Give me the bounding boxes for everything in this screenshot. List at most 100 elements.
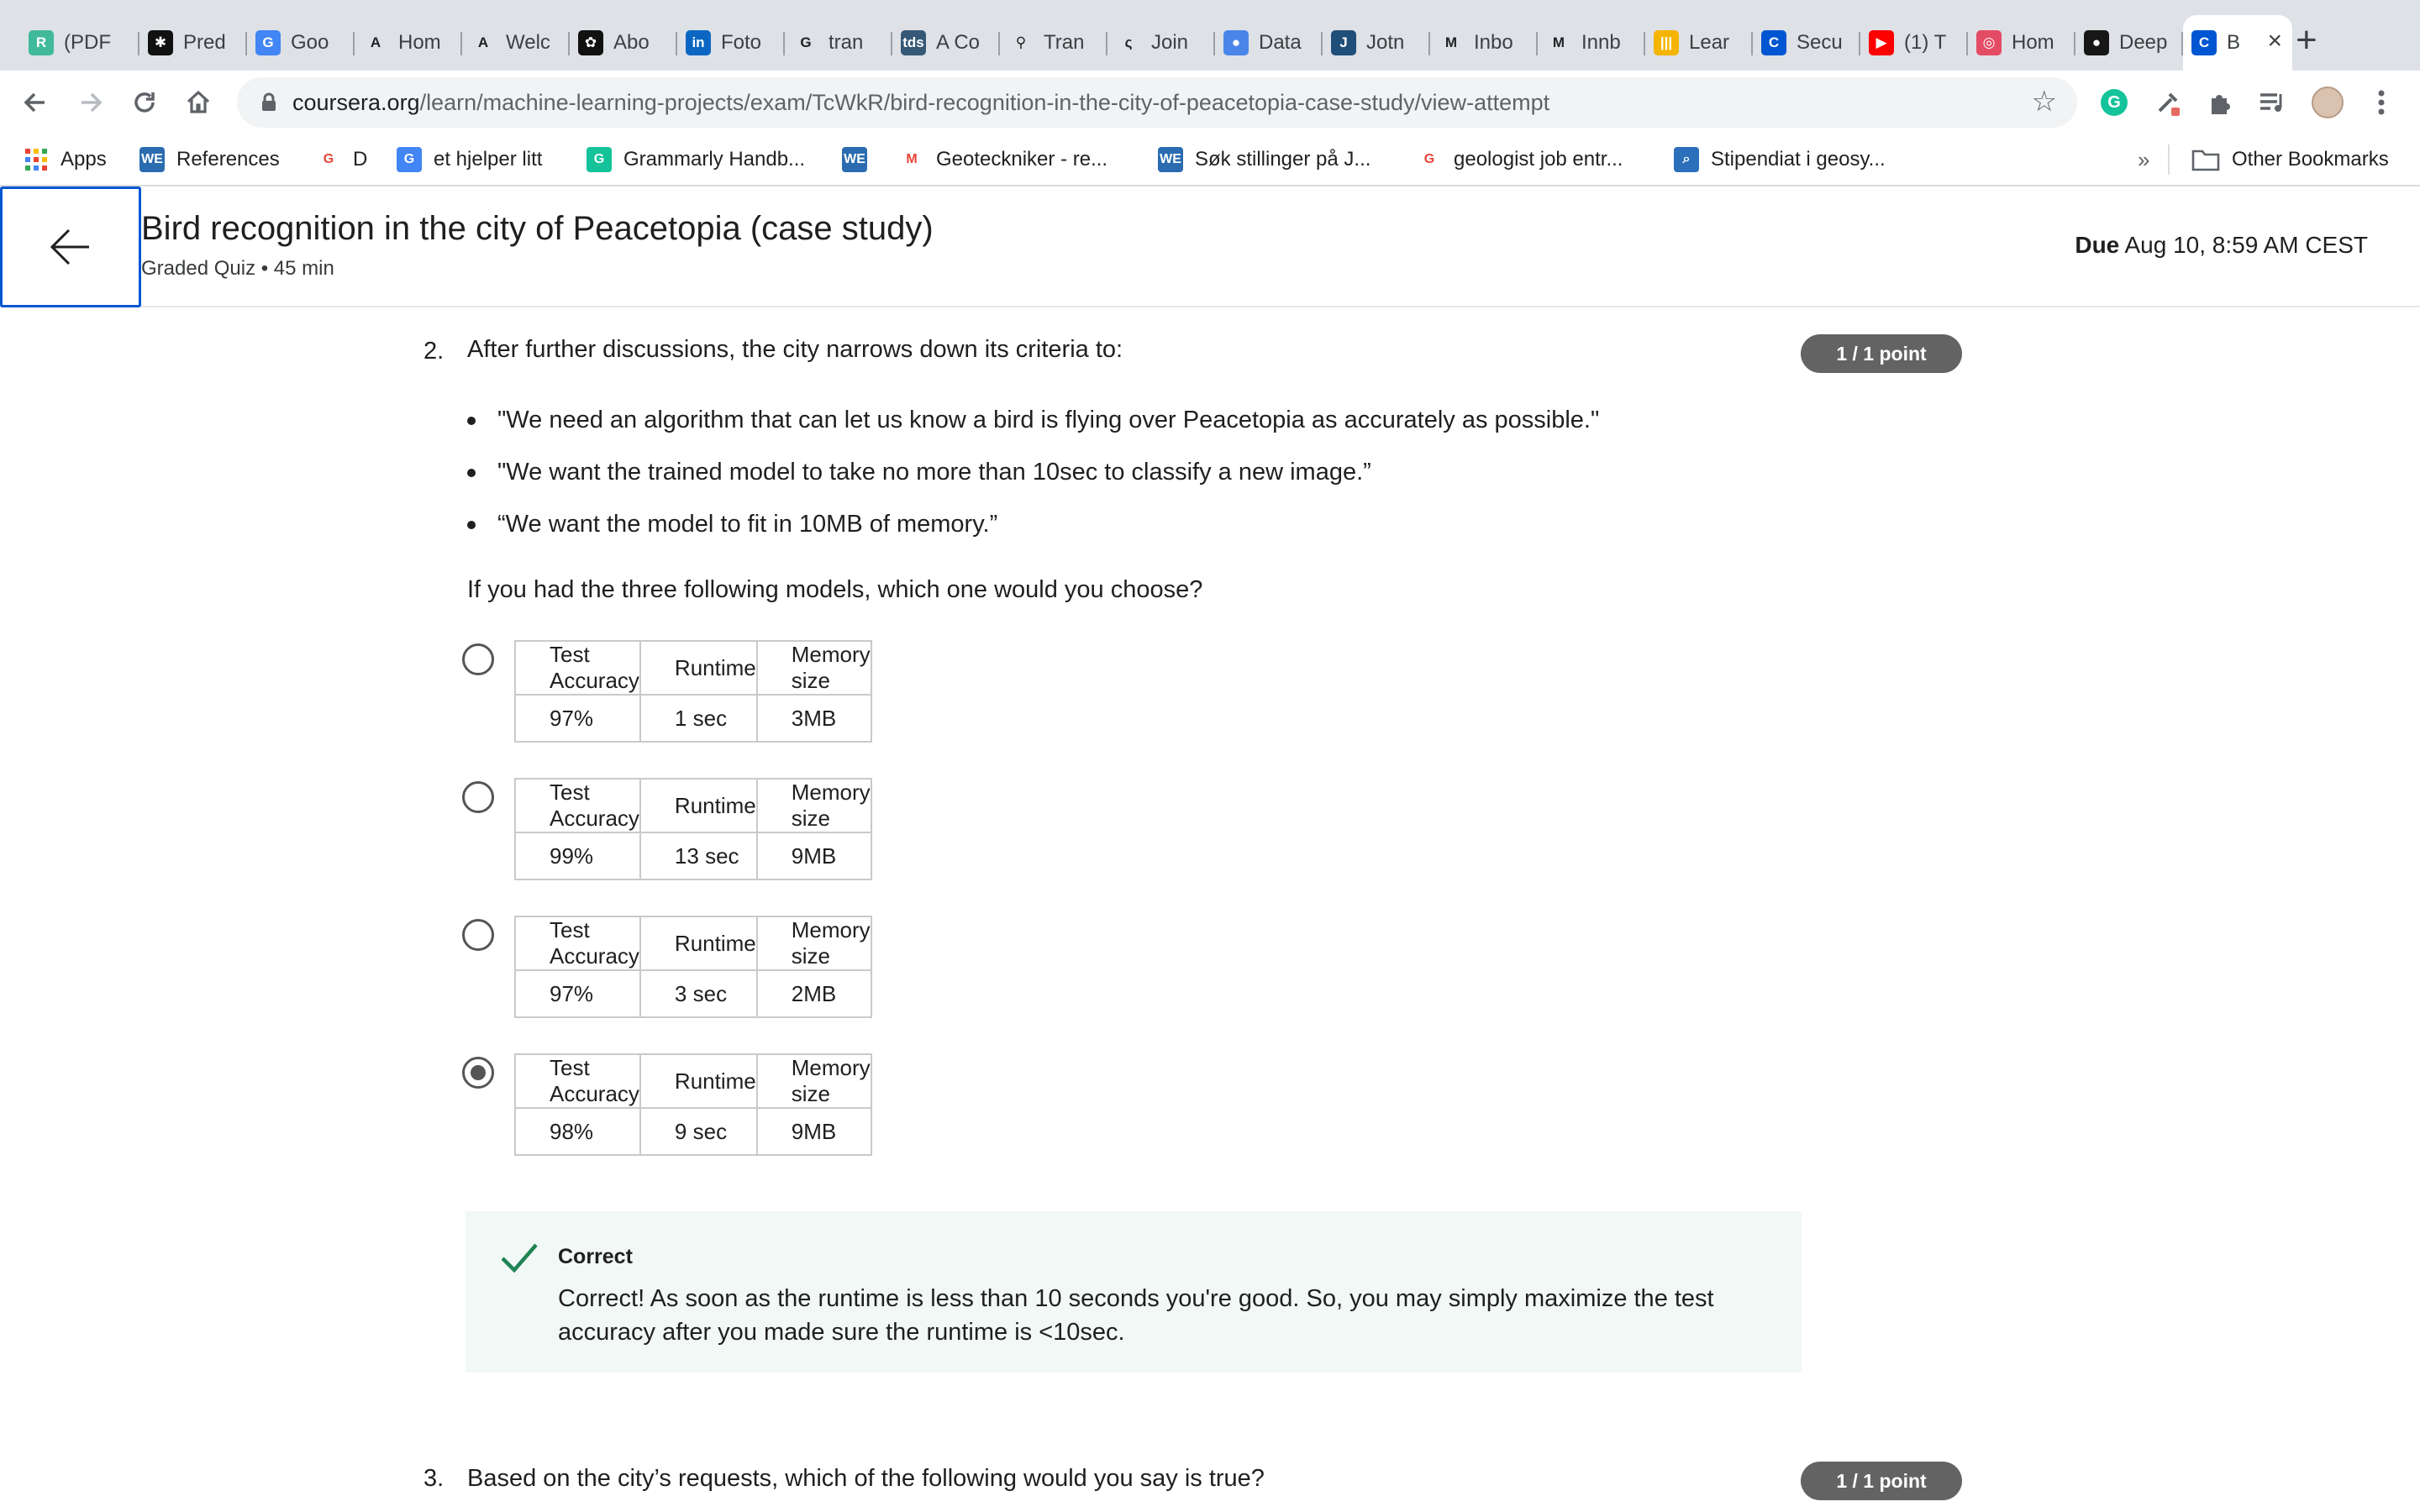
- grammarly-extension-icon[interactable]: G: [2094, 82, 2134, 123]
- checkmark-icon: [501, 1243, 538, 1273]
- browser-tab[interactable]: M Inbo: [1430, 15, 1538, 71]
- forward-icon[interactable]: [71, 82, 111, 123]
- browser-tab[interactable]: M Innb: [1538, 15, 1645, 71]
- grammarly-icon: G: [587, 147, 612, 172]
- back-icon[interactable]: [15, 82, 55, 123]
- browser-tab[interactable]: ▶ (1) T: [1860, 15, 1968, 71]
- tab-title: Hom: [2012, 31, 2054, 54]
- browser-tab[interactable]: ● Deep: [2075, 15, 2183, 71]
- we-icon: WE: [1158, 147, 1183, 172]
- other-bookmarks-folder[interactable]: Other Bookmarks: [2191, 144, 2389, 175]
- google-translate-icon: G: [397, 147, 422, 172]
- browser-tab[interactable]: tds A Co: [892, 15, 1000, 71]
- tab-title: Lear: [1689, 31, 1730, 54]
- table-header-row: Test Accuracy Runtime Memory size: [514, 1053, 872, 1109]
- table-cell-runtime: 13 sec: [639, 832, 758, 880]
- bookmarks-bar: Apps WE References G D Get hjelper litt G Gramm…: [0, 134, 2420, 186]
- list-item: "We want the trained model to take no mo…: [467, 452, 1599, 504]
- browser-tab[interactable]: J Jotn: [1323, 15, 1430, 71]
- feedback-text: Correct! As soon as the runtime is less …: [558, 1285, 1714, 1346]
- quiz-header: Bird recognition in the city of Peacetop…: [0, 186, 2420, 307]
- bookmark-item[interactable]: M Geoteckniker - re...: [899, 144, 1107, 175]
- browser-tab[interactable]: ◎ Hom: [1968, 15, 2075, 71]
- browser-tab[interactable]: Gtran: [785, 15, 892, 71]
- bookmark-item[interactable]: WE References: [139, 144, 280, 175]
- table-cell-memory: 9MB: [755, 1107, 872, 1156]
- bookmark-label: Søk stillinger på J...: [1195, 148, 1371, 171]
- model-table: Test Accuracy Runtime Memory size 98% 9 sec 9…: [514, 1053, 872, 1156]
- tab-title: Innb: [1581, 31, 1621, 54]
- question-prompt: Based on the city’s requests, which of t…: [467, 1465, 1265, 1492]
- bookmark-item[interactable]: WE: [842, 144, 879, 175]
- radio-button[interactable]: [462, 781, 494, 813]
- we-icon: WE: [139, 147, 165, 172]
- radio-button[interactable]: [462, 643, 494, 675]
- tab-title: (PDF: [64, 31, 111, 54]
- tab-active[interactable]: C B ×: [2183, 15, 2292, 71]
- address-bar[interactable]: coursera.org/learn/machine-learning-proj…: [237, 77, 2077, 128]
- browser-tab[interactable]: in Foto: [677, 15, 785, 71]
- question-number: 3.: [424, 1465, 445, 1492]
- tab-title: Hom: [398, 31, 441, 54]
- table-cell-accuracy: 97%: [514, 969, 641, 1018]
- radio-button[interactable]: [462, 919, 494, 951]
- bookmark-item[interactable]: G Grammarly Handb...: [587, 144, 805, 175]
- tab-title: Abo: [613, 31, 650, 54]
- extensions-puzzle-icon[interactable]: [2200, 82, 2240, 123]
- browser-tab[interactable]: ||| Lear: [1645, 15, 1753, 71]
- browser-tab[interactable]: ⚲ Tran: [1000, 15, 1107, 71]
- table-header-cell: Memory size: [755, 1053, 872, 1109]
- tab-title: Tran: [1044, 31, 1085, 54]
- bookmark-item[interactable]: Get hjelper litt: [397, 144, 542, 175]
- tab-title: Welc: [506, 31, 550, 54]
- letter-j-icon: J: [1331, 30, 1356, 55]
- browser-tab[interactable]: A Hom: [355, 15, 462, 71]
- browser-tab[interactable]: C Secu: [1753, 15, 1860, 71]
- tab-title: B: [2227, 31, 2241, 54]
- browser-tab[interactable]: ✿ Abo: [570, 15, 677, 71]
- tab-title: Goo: [291, 31, 329, 54]
- question-ask: If you had the three following models, w…: [467, 576, 1203, 603]
- tab-title: Deep: [2119, 31, 2168, 54]
- table-cell-runtime: 9 sec: [639, 1107, 758, 1156]
- radio-button-selected[interactable]: [462, 1057, 494, 1089]
- bookmark-item[interactable]: ⌕ Stipendiat i geosy...: [1674, 144, 1886, 175]
- bookmark-item[interactable]: WE Søk stillinger på J...: [1158, 144, 1370, 175]
- profile-avatar[interactable]: [2307, 82, 2348, 123]
- browser-tab[interactable]: R (PDF: [20, 15, 139, 71]
- google-icon: G: [800, 34, 812, 50]
- bookmark-item[interactable]: Ggeologist job entr...: [1417, 144, 1623, 175]
- due-date: Due Aug 10, 8:59 AM CEST: [2075, 232, 2368, 259]
- browser-tab[interactable]: ς Join: [1107, 15, 1215, 71]
- bookmark-item[interactable]: Apps: [24, 144, 107, 175]
- arrow-left-icon: [50, 228, 89, 265]
- back-to-course-button[interactable]: [0, 186, 141, 307]
- we-icon: WE: [842, 147, 867, 172]
- more-bookmarks-button[interactable]: »: [2138, 144, 2149, 175]
- bookmark-label: D: [353, 148, 368, 171]
- search-square-icon: ⌕: [1674, 147, 1699, 172]
- table-cell-runtime: 1 sec: [639, 694, 758, 743]
- browser-tab[interactable]: G Goo: [247, 15, 355, 71]
- tab-title: Secu: [1797, 31, 1843, 54]
- list-item: “We want the model to fit in 10MB of mem…: [467, 504, 1599, 556]
- bookmark-item[interactable]: GD: [316, 144, 368, 175]
- coursera-icon: C: [2191, 30, 2217, 55]
- table-row: 98% 9 sec 9MB: [514, 1107, 872, 1156]
- browser-tab[interactable]: ✱ Pred: [139, 15, 247, 71]
- home-icon[interactable]: [178, 82, 218, 123]
- table-cell-accuracy: 99%: [514, 832, 641, 880]
- browser-tab[interactable]: ● Data: [1215, 15, 1323, 71]
- table-row: 99% 13 sec 9MB: [514, 832, 872, 880]
- new-tab-button[interactable]: +: [2296, 22, 2317, 59]
- eyedropper-extension-icon[interactable]: [2148, 82, 2188, 123]
- close-tab-icon[interactable]: ×: [2267, 27, 2282, 55]
- menu-kebab-icon[interactable]: [2361, 82, 2402, 123]
- bookmark-label: geologist job entr...: [1454, 148, 1623, 171]
- media-queue-icon[interactable]: [2252, 82, 2292, 123]
- reload-icon[interactable]: [124, 82, 165, 123]
- other-bookmarks-label: Other Bookmarks: [2232, 148, 2389, 171]
- browser-tab[interactable]: A Welc: [462, 15, 570, 71]
- model-table: Test Accuracy Runtime Memory size 97% 1 sec 3…: [514, 640, 872, 743]
- bookmark-star-icon[interactable]: ☆: [2032, 87, 2057, 116]
